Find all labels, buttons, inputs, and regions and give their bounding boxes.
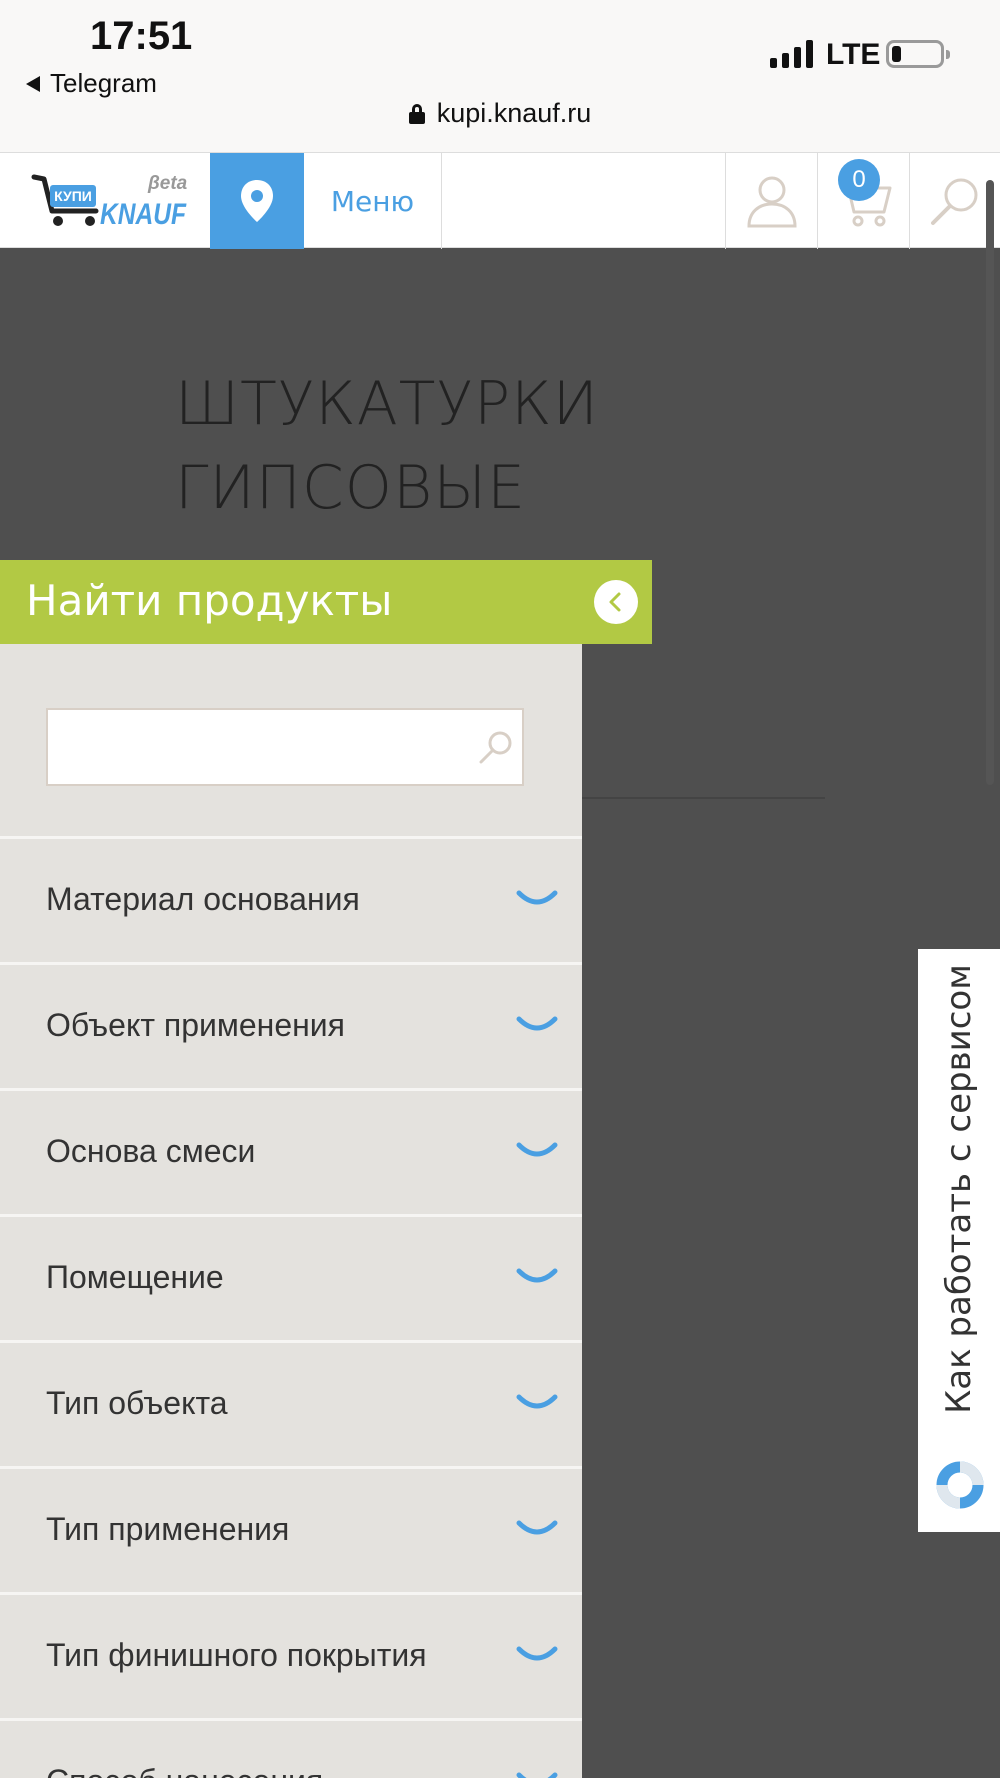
filter-panel-title: Найти продукты [26,576,393,625]
filter-item[interactable]: Способ нанесения [0,1718,582,1778]
battery-level [892,46,901,62]
site-logo[interactable]: КУПИ KNAUF βeta [30,167,190,237]
page-scrollbar[interactable] [986,180,994,785]
menu-button[interactable]: Меню [304,153,442,249]
chevron-down-icon [516,890,558,905]
signal-icon [770,40,813,68]
filter-list: Материал основания Объект применения Основ… [0,836,582,1778]
back-to-app-link[interactable]: Telegram [26,68,157,99]
product-search-input[interactable] [58,720,458,774]
chevron-down-icon [516,1268,558,1283]
filter-item-label: Способ нанесения [46,1763,323,1778]
filter-item[interactable]: Основа смеси [0,1088,582,1214]
filter-item[interactable]: Тип финишного покрытия [0,1592,582,1718]
filter-item-label: Основа смеси [46,1133,256,1169]
chevron-down-icon [516,1772,558,1778]
logo-brand: KNAUF [100,198,187,231]
filter-item-label: Тип объекта [46,1385,228,1421]
search-icon [479,731,512,764]
logo-badge: βeta [147,173,188,194]
page-title-line-2: ГИПСОВЫЕ [175,453,527,523]
chevron-down-icon [516,1520,558,1535]
address-bar[interactable]: kupi.knauf.ru [0,98,1000,129]
filter-item[interactable]: Тип применения [0,1466,582,1592]
status-time: 17:51 [90,14,193,58]
help-service-label: Как работать с сервисом [939,964,979,1414]
site-header: КУПИ KNAUF βeta Меню 0 [0,152,1000,249]
search-icon [931,178,978,225]
filter-panel: Материал основания Объект применения Основ… [0,644,582,1778]
filter-item-label: Тип финишного покрытия [46,1637,427,1673]
filter-item[interactable]: Объект применения [0,962,582,1088]
help-service-label-wrap: Как работать с сервисом [918,949,1000,1429]
status-bar: 17:51 Telegram LTE kupi.knauf.ru [0,0,1000,152]
chevron-left-icon [609,592,621,612]
battery-icon [886,40,950,68]
filter-item-label: Помещение [46,1259,224,1295]
collapse-filter-button[interactable] [594,580,638,624]
url-text: kupi.knauf.ru [436,98,592,128]
filter-item[interactable]: Тип объекта [0,1340,582,1466]
filter-item[interactable]: Помещение [0,1214,582,1340]
filter-panel-header: Найти продукты [0,560,652,644]
filter-item-label: Объект применения [46,1007,345,1043]
account-button[interactable] [725,153,817,249]
help-service-tab[interactable]: Как работать с сервисом [918,949,1000,1532]
chevron-down-icon [516,1142,558,1157]
chevron-down-icon [516,1646,558,1661]
filter-item-label: Материал основания [46,881,360,917]
back-app-label: Telegram [50,68,157,98]
content-divider [582,797,825,799]
product-search-box [46,708,524,786]
chevron-down-icon [516,1394,558,1409]
chevron-down-icon [516,1016,558,1031]
user-icon [746,176,797,228]
page-title: ШТУКАТУРКИ ГИПСОВЫЕ [175,362,599,530]
cart-count-badge: 0 [838,159,880,201]
location-button[interactable] [210,153,304,249]
lock-icon [408,103,425,124]
logo-prefix: КУПИ [54,188,92,204]
location-pin-icon [241,180,273,222]
back-arrow-icon [26,75,40,92]
network-type: LTE [826,38,881,71]
lifebuoy-icon [934,1459,986,1515]
product-search-submit[interactable] [478,730,514,770]
page-title-line-1: ШТУКАТУРКИ [175,369,599,439]
filter-item-label: Тип применения [46,1511,290,1547]
filter-item[interactable]: Материал основания [0,836,582,962]
